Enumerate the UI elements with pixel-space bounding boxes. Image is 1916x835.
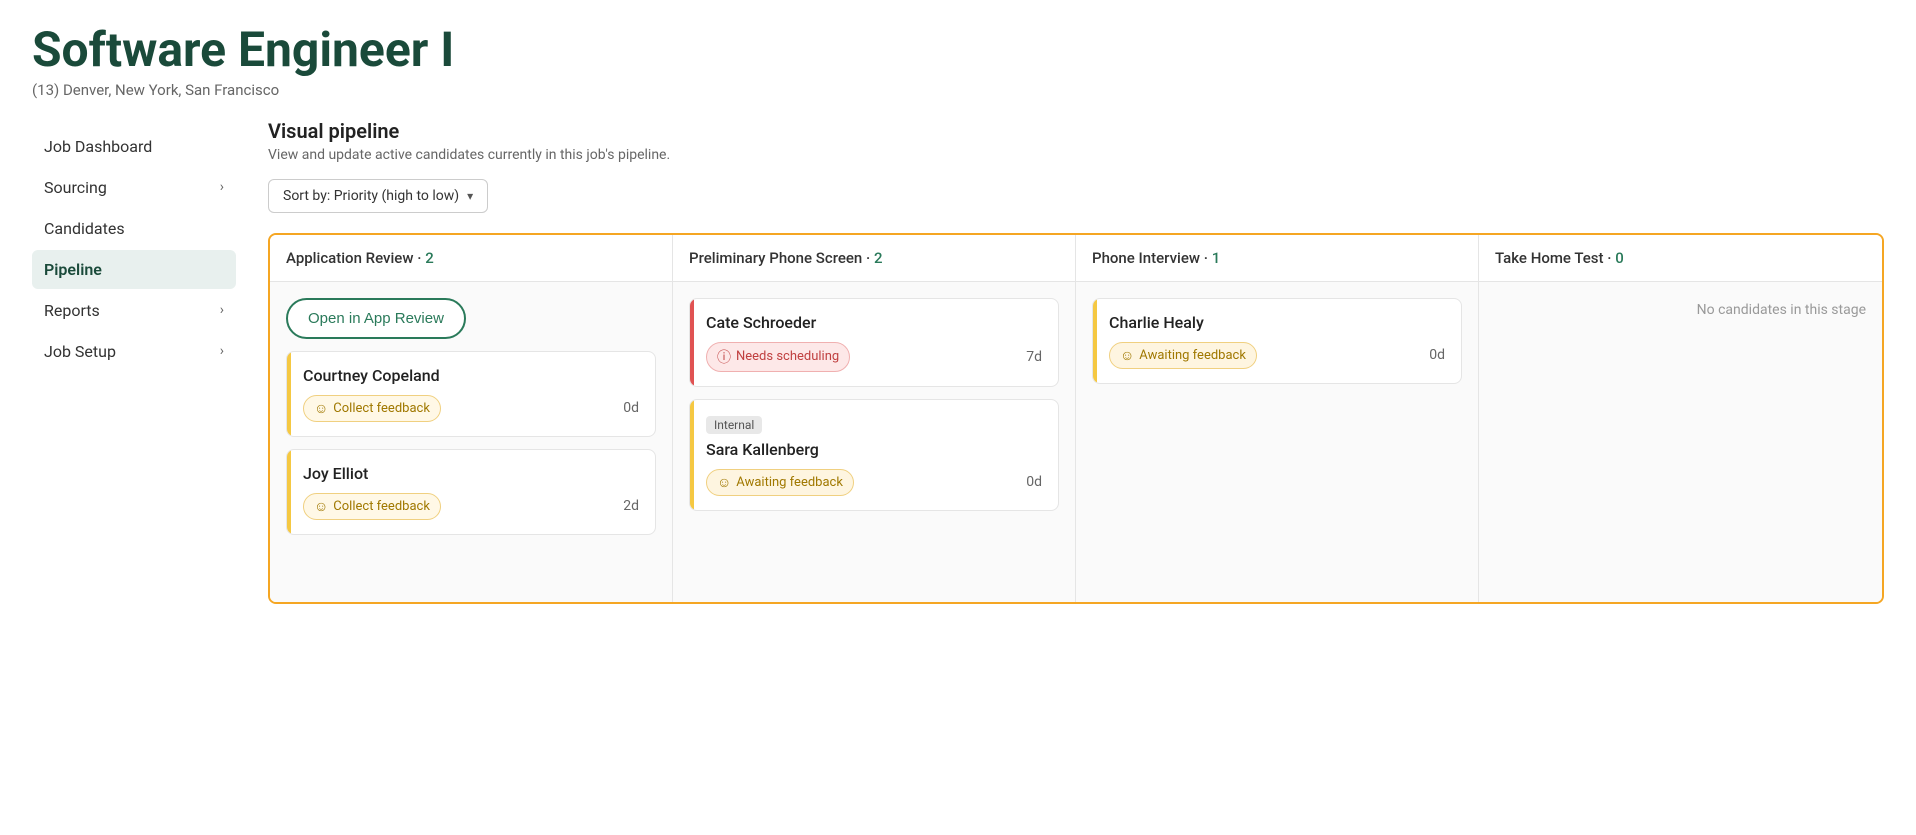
section-title: Visual pipeline (268, 119, 1884, 143)
col-header-phone-screen: Preliminary Phone Screen · 2 (673, 235, 1076, 282)
candidate-card-cate[interactable]: Cate Schroeder ⓘ Needs scheduling 7d (689, 298, 1059, 387)
sidebar-item-job-dashboard[interactable]: Job Dashboard (32, 127, 236, 166)
candidate-card-charlie[interactable]: Charlie Healy ☺ Awaiting feedback 0d (1092, 298, 1462, 384)
page-subtitle: (13) Denver, New York, San Francisco (32, 81, 1884, 99)
smiley-icon: ☺ (717, 474, 731, 491)
col-title-2: Phone Interview (1092, 249, 1200, 267)
sidebar-item-job-setup[interactable]: Job Setup › (32, 332, 236, 371)
page-title: Software Engineer I (32, 24, 1884, 77)
status-label: Collect feedback (333, 401, 430, 416)
chevron-right-icon: › (220, 302, 224, 318)
chevron-right-icon: › (220, 179, 224, 195)
col-body-take-home: No candidates in this stage (1479, 282, 1882, 602)
col-title-3: Take Home Test (1495, 249, 1604, 267)
chevron-right-icon: › (220, 343, 224, 359)
section-desc: View and update active candidates curren… (268, 147, 1884, 163)
sidebar-item-label: Job Setup (44, 342, 116, 361)
smiley-icon: ☺ (314, 498, 328, 515)
status-label: Needs scheduling (736, 349, 839, 364)
status-label: Collect feedback (333, 499, 430, 514)
sort-bar: Sort by: Priority (high to low) ▾ (268, 179, 1884, 213)
card-days: 0d (1026, 474, 1042, 490)
sidebar-item-label: Reports (44, 301, 100, 320)
sort-label: Sort by: Priority (high to low) (283, 188, 459, 204)
col-count-3[interactable]: 0 (1615, 249, 1624, 267)
col-body-phone-screen: Cate Schroeder ⓘ Needs scheduling 7d (673, 282, 1076, 602)
sidebar-item-sourcing[interactable]: Sourcing › (32, 168, 236, 207)
pipeline-column-bodies: Open in App Review Courtney Copeland ☺ C… (270, 282, 1882, 602)
sidebar-item-candidates[interactable]: Candidates (32, 209, 236, 248)
page-header: Software Engineer I (13) Denver, New Yor… (32, 24, 1884, 99)
status-label: Awaiting feedback (1139, 348, 1246, 363)
card-footer: ☺ Collect feedback 0d (303, 395, 639, 422)
sidebar-item-label: Sourcing (44, 178, 107, 197)
sort-select[interactable]: Sort by: Priority (high to low) ▾ (268, 179, 488, 213)
status-badge-feedback: ☺ Collect feedback (303, 395, 441, 422)
col-title-0: Application Review (286, 249, 413, 267)
candidate-card-joy[interactable]: Joy Elliot ☺ Collect feedback 2d (286, 449, 656, 535)
dropdown-arrow-icon: ▾ (467, 189, 473, 203)
card-days: 7d (1026, 349, 1042, 365)
sidebar-item-label: Pipeline (44, 260, 102, 279)
smiley-icon: ☺ (314, 400, 328, 417)
sidebar: Job Dashboard Sourcing › Candidates Pipe… (32, 119, 252, 604)
smiley-icon: ☺ (1120, 347, 1134, 364)
col-count-0[interactable]: 2 (425, 249, 434, 267)
col-body-app-review: Open in App Review Courtney Copeland ☺ C… (270, 282, 673, 602)
sidebar-item-label: Candidates (44, 219, 125, 238)
col-count-1[interactable]: 2 (874, 249, 883, 267)
candidate-card-sara[interactable]: Internal Sara Kallenberg ☺ Awaiting feed… (689, 399, 1059, 511)
main-content: Visual pipeline View and update active c… (252, 119, 1884, 604)
status-badge-needs-scheduling: ⓘ Needs scheduling (706, 342, 850, 372)
card-footer: ⓘ Needs scheduling 7d (706, 342, 1042, 372)
info-icon: ⓘ (717, 347, 731, 367)
candidate-name: Joy Elliot (303, 464, 639, 483)
card-footer: ☺ Awaiting feedback 0d (1109, 342, 1445, 369)
no-candidates-label: No candidates in this stage (1495, 298, 1866, 318)
open-in-app-review-button[interactable]: Open in App Review (286, 298, 466, 339)
sidebar-item-label: Job Dashboard (44, 137, 152, 156)
card-days: 2d (623, 498, 639, 514)
pipeline-column-headers: Application Review · 2 Preliminary Phone… (270, 235, 1882, 282)
pipeline-board: Application Review · 2 Preliminary Phone… (268, 233, 1884, 604)
candidate-name: Sara Kallenberg (706, 440, 1042, 459)
sidebar-item-pipeline[interactable]: Pipeline (32, 250, 236, 289)
internal-badge: Internal (706, 416, 762, 434)
status-badge-awaiting: ☺ Awaiting feedback (1109, 342, 1257, 369)
status-badge-feedback: ☺ Collect feedback (303, 493, 441, 520)
card-footer: ☺ Awaiting feedback 0d (706, 469, 1042, 496)
candidate-card-courtney[interactable]: Courtney Copeland ☺ Collect feedback 0d (286, 351, 656, 437)
col-header-take-home: Take Home Test · 0 (1479, 235, 1882, 282)
card-days: 0d (1429, 347, 1445, 363)
col-header-phone-interview: Phone Interview · 1 (1076, 235, 1479, 282)
candidate-name: Cate Schroeder (706, 313, 1042, 332)
col-title-1: Preliminary Phone Screen (689, 249, 862, 267)
status-label: Awaiting feedback (736, 475, 843, 490)
col-body-phone-interview: Charlie Healy ☺ Awaiting feedback 0d (1076, 282, 1479, 602)
candidate-name: Courtney Copeland (303, 366, 639, 385)
sidebar-item-reports[interactable]: Reports › (32, 291, 236, 330)
col-header-app-review: Application Review · 2 (270, 235, 673, 282)
candidate-name: Charlie Healy (1109, 313, 1445, 332)
card-footer: ☺ Collect feedback 2d (303, 493, 639, 520)
status-badge-awaiting: ☺ Awaiting feedback (706, 469, 854, 496)
card-days: 0d (623, 400, 639, 416)
col-count-2[interactable]: 1 (1212, 249, 1221, 267)
